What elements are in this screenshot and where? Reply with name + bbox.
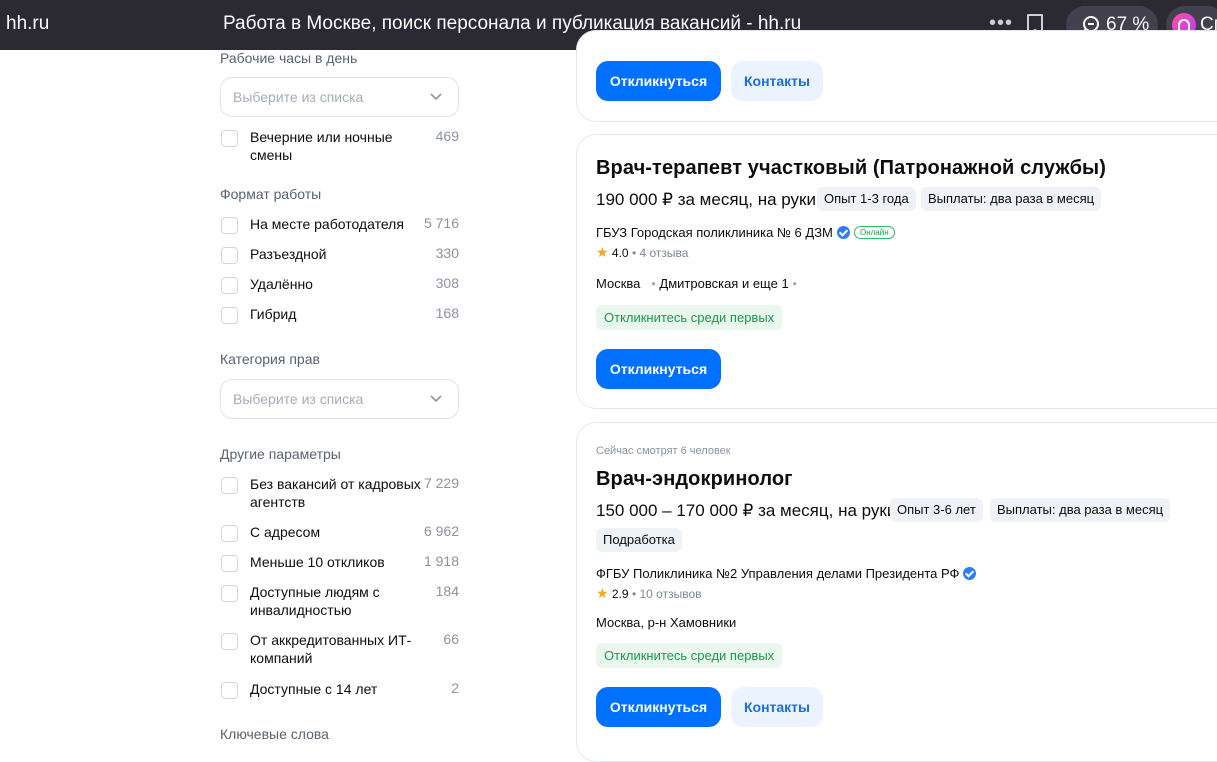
experience-tag: Опыт 1-3 года [817, 187, 916, 211]
company-name-text: ГБУЗ Городская поликлиника № 6 ДЗМ [596, 225, 833, 240]
filter-option-label: Гибрид [250, 306, 297, 322]
respond-first-badge: Откликнитесь среди первых [596, 643, 783, 668]
parttime-tag: Подработка [596, 528, 682, 552]
filter-option-from-14[interactable]: Доступные с 14 лет 2 [220, 680, 460, 700]
filter-option-label: Без вакансий от кадровых агентств [250, 476, 421, 510]
filter-title-other: Другие параметры [220, 446, 341, 462]
filter-option-count: 184 [435, 583, 459, 599]
filter-option-label: Доступные людям с инвалидностью [250, 584, 380, 618]
vacancy-card: Врач-терапевт участковый (Патронажной сл… [576, 134, 1217, 409]
rating-value: 4.0 [611, 246, 629, 260]
checkbox[interactable] [221, 585, 238, 602]
filter-option-disability[interactable]: Доступные людям с инвалидностью 184 [220, 583, 460, 619]
location-city: Москва [596, 276, 641, 291]
star-icon: ★ [596, 585, 609, 601]
checkbox[interactable] [221, 525, 238, 542]
filter-option-few-responses[interactable]: Меньше 10 откликов 1 918 [220, 553, 460, 573]
filter-option-remote[interactable]: Удалённо 308 [220, 275, 460, 295]
filter-option-traveling[interactable]: Разъездной 330 [220, 245, 460, 265]
filter-option-count: 5 716 [423, 215, 459, 231]
online-badge: Онлайн [854, 226, 895, 239]
vacancy-location: Москва • Дмитровская и еще 1 • [596, 276, 797, 291]
checkbox[interactable] [221, 247, 238, 264]
contacts-button[interactable]: Контакты [731, 61, 823, 101]
filter-option-hybrid[interactable]: Гибрид 168 [220, 305, 460, 325]
filter-option-label: Разъездной [250, 246, 327, 262]
filter-option-count: 7 229 [423, 475, 459, 491]
contacts-button[interactable]: Контакты [731, 687, 823, 727]
filter-option-no-agencies[interactable]: Без вакансий от кадровых агентств 7 229 [220, 475, 460, 511]
filter-option-evening-shifts[interactable]: Вечерние или ночные смены 469 [220, 128, 460, 164]
respond-button[interactable]: Откликнуться [596, 687, 721, 727]
vacancy-location: Москва, р-н Хамовники [596, 615, 737, 630]
filter-option-label: Доступные с 14 лет [250, 681, 378, 697]
experience-tag: Опыт 3-6 лет [890, 498, 983, 522]
checkbox[interactable] [221, 277, 238, 294]
checkbox[interactable] [221, 130, 238, 147]
filter-option-label: Удалённо [250, 276, 313, 292]
checkbox[interactable] [221, 682, 238, 699]
company-name[interactable]: ФГБУ Поликлиника №2 Управления делами Пр… [596, 566, 977, 581]
checkbox[interactable] [221, 307, 238, 324]
filter-option-count: 330 [435, 245, 459, 261]
filter-option-onsite[interactable]: На месте работодателя 5 716 [220, 215, 460, 235]
filter-option-count: 66 [443, 631, 459, 647]
respond-button[interactable]: Откликнуться [596, 349, 721, 389]
filter-title-work-format: Формат работы [220, 186, 322, 202]
filter-option-count: 1 918 [423, 553, 459, 569]
respond-first-badge: Откликнитесь среди первых [596, 305, 783, 330]
watching-now: Сейчас смотрят 6 человек [596, 445, 731, 457]
payment-tag: Выплаты: два раза в месяц [990, 498, 1171, 522]
work-hours-select[interactable]: Выберите из списка [220, 77, 459, 117]
checkbox[interactable] [221, 555, 238, 572]
filter-option-count: 6 962 [423, 523, 459, 539]
filter-option-with-address[interactable]: С адресом 6 962 [220, 523, 460, 543]
vacancy-salary: 150 000 – 170 000 ₽ за месяц, на руки [596, 501, 897, 520]
filter-title-work-hours: Рабочие часы в день [220, 50, 358, 66]
filter-option-count: 2 [451, 680, 459, 696]
vacancy-title[interactable]: Врач-терапевт участковый (Патронажной сл… [596, 157, 1106, 180]
company-name-text: ФГБУ Поликлиника №2 Управления делами Пр… [596, 566, 960, 581]
license-select[interactable]: Выберите из списка [220, 379, 459, 419]
chevron-down-icon [430, 395, 442, 403]
rating-value: 2.9 [611, 587, 629, 601]
filter-option-label: От аккредитованных ИТ-компаний [250, 632, 412, 666]
respond-button[interactable]: Откликнуться [596, 61, 721, 101]
filter-option-label: С адресом [250, 524, 321, 540]
select-placeholder: Выберите из списка [233, 89, 364, 105]
filter-option-label: Меньше 10 откликов [250, 554, 385, 570]
vacancy-salary: 190 000 ₽ за месяц, на руки [596, 190, 816, 209]
vacancy-title[interactable]: Врач-эндокринолог [596, 468, 793, 491]
reviews-count: 4 отзыва [639, 246, 689, 260]
checkbox[interactable] [221, 633, 238, 650]
site-domain[interactable]: hh.ru [6, 13, 49, 35]
company-name[interactable]: ГБУЗ Городская поликлиника № 6 ДЗМ [596, 225, 850, 240]
filter-option-count: 168 [435, 305, 459, 321]
vacancy-card: Сейчас смотрят 6 человек Врач-эндокринол… [576, 422, 1217, 762]
filter-option-count: 308 [435, 275, 459, 291]
select-placeholder: Выберите из списка [233, 391, 364, 407]
company-rating[interactable]: ★ 4.0 • 4 отзыва [596, 244, 688, 261]
payment-tag: Выплаты: два раза в месяц [921, 187, 1102, 211]
checkbox[interactable] [221, 477, 238, 494]
star-icon: ★ [596, 244, 609, 260]
filter-option-it-accredited[interactable]: От аккредитованных ИТ-компаний 66 [220, 631, 460, 667]
reviews-count: 10 отзывов [639, 587, 702, 601]
filter-option-label: Вечерние или ночные смены [250, 129, 393, 163]
verified-icon [836, 226, 850, 239]
filter-option-label: На месте работодателя [250, 216, 404, 232]
checkbox[interactable] [221, 217, 238, 234]
vacancy-card: Откликнуться Контакты [576, 30, 1217, 122]
company-rating[interactable]: ★ 2.9 • 10 отзывов [596, 585, 702, 602]
filter-option-count: 469 [435, 128, 459, 144]
location-metro: Дмитровская и еще 1 [659, 276, 789, 291]
chevron-down-icon [430, 93, 442, 101]
filter-title-license: Категория прав [220, 351, 320, 367]
filter-title-keywords: Ключевые слова [220, 726, 329, 742]
verified-icon [963, 567, 977, 580]
